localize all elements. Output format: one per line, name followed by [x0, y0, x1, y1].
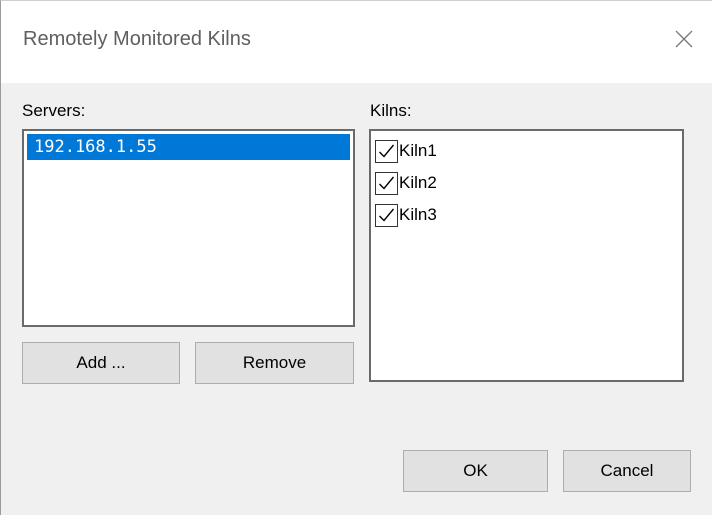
kiln-item-1[interactable]: Kiln1	[375, 136, 437, 166]
remotely-monitored-kilns-dialog: Remotely Monitored Kilns Servers: 192.16…	[0, 0, 712, 515]
kiln2-checkbox[interactable]	[375, 171, 398, 195]
checkmark-icon	[379, 176, 395, 190]
servers-label: Servers:	[22, 101, 86, 120]
kilns-label: Kilns:	[370, 101, 412, 120]
dialog-title: Remotely Monitored Kilns	[23, 28, 251, 50]
kiln-item-2[interactable]: Kiln2	[375, 168, 437, 198]
checkmark-icon	[379, 208, 395, 222]
close-button[interactable]	[656, 13, 712, 65]
title-bar: Remotely Monitored Kilns	[1, 1, 712, 83]
kiln-label: Kiln3	[399, 205, 437, 224]
servers-listbox[interactable]: 192.168.1.55	[22, 129, 355, 327]
kiln-label: Kiln1	[399, 141, 437, 160]
server-list-item[interactable]: 192.168.1.55	[27, 134, 350, 160]
kilns-listbox[interactable]: Kiln1 Kiln2 Kiln3	[369, 129, 684, 382]
close-icon	[675, 30, 693, 48]
remove-server-button[interactable]: Remove	[195, 342, 354, 384]
kiln3-checkbox[interactable]	[375, 203, 398, 227]
kiln1-checkbox[interactable]	[375, 139, 398, 163]
ok-button[interactable]: OK	[403, 450, 548, 492]
kiln-label: Kiln2	[399, 173, 437, 192]
checkmark-icon	[379, 144, 395, 158]
cancel-button[interactable]: Cancel	[563, 450, 691, 492]
add-server-button[interactable]: Add ...	[22, 342, 180, 384]
kiln-item-3[interactable]: Kiln3	[375, 200, 437, 230]
